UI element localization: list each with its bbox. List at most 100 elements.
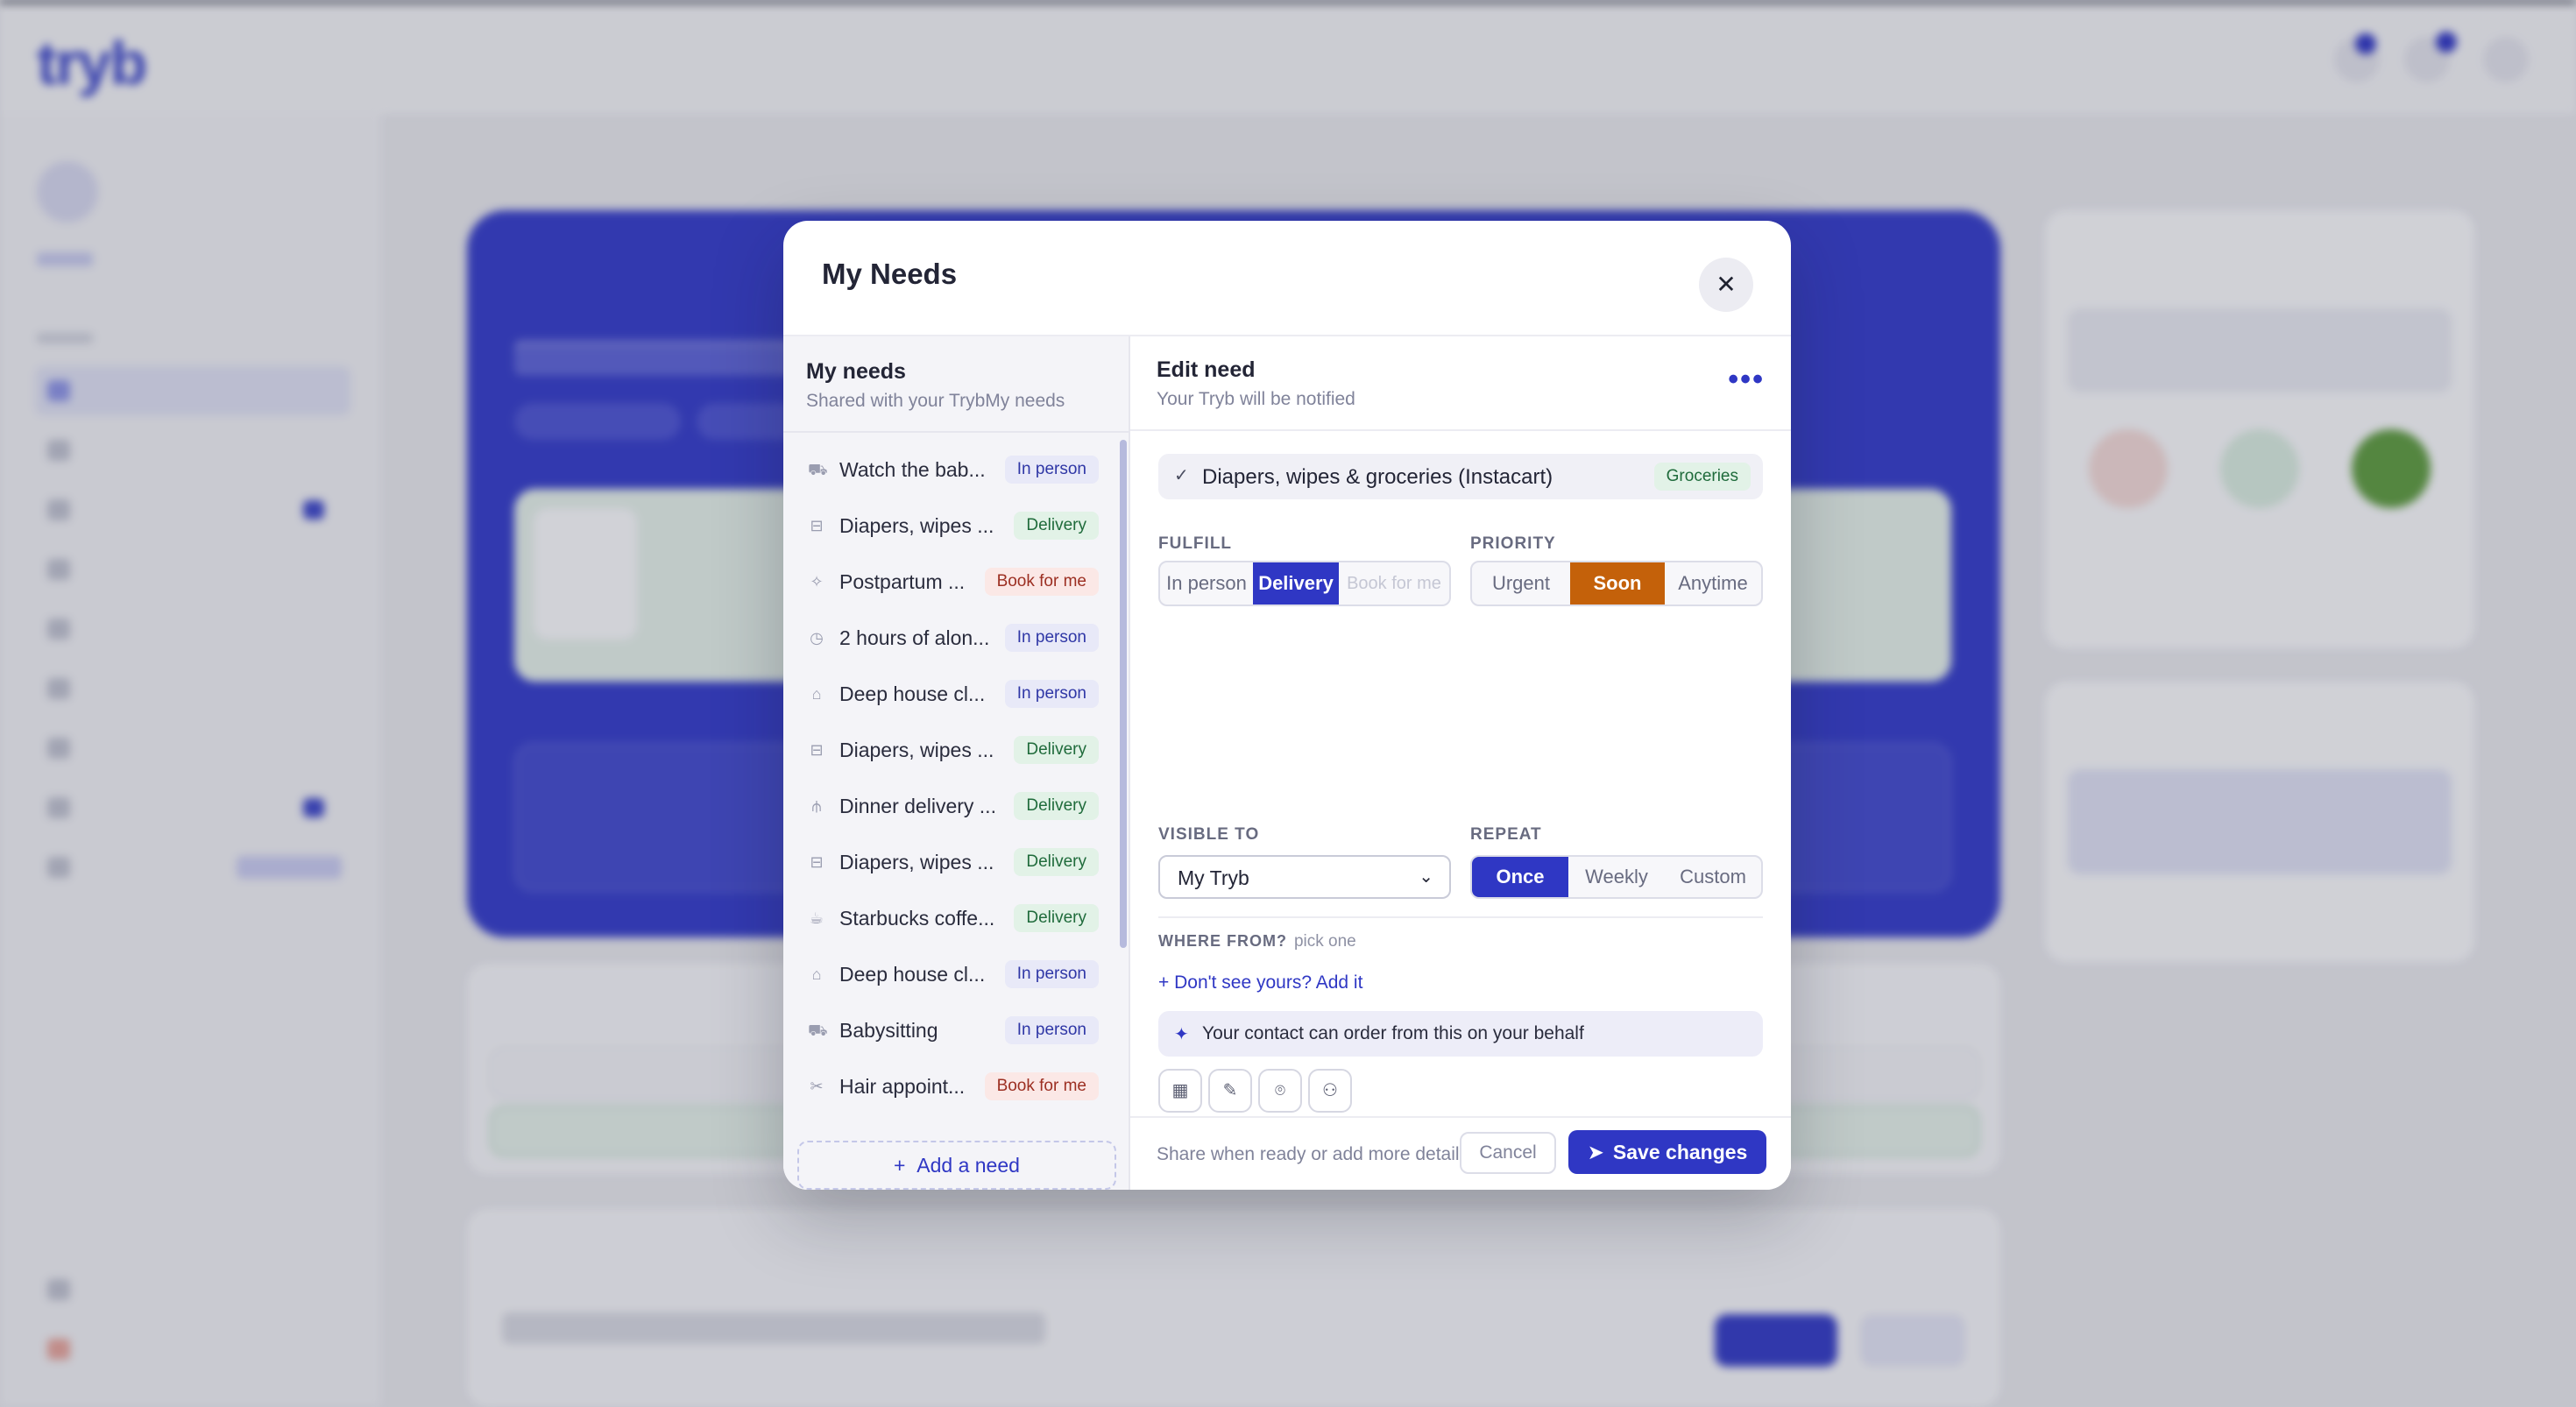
visible-to-label: VISIBLE TO [1158, 825, 1260, 844]
need-type-badge: Book for me [984, 568, 1099, 596]
save-changes-label: Save changes [1612, 1141, 1748, 1163]
need-type-badge: In person [1004, 624, 1099, 652]
fulfill-segmented-control: In person Delivery Book for me [1158, 561, 1451, 606]
more-options-icon[interactable]: ••• [1728, 364, 1765, 394]
close-icon[interactable]: ✕ [1699, 258, 1753, 312]
people-icon[interactable]: ⚇ [1308, 1069, 1352, 1113]
calendar-icon[interactable]: ▦ [1158, 1069, 1202, 1113]
divider [1158, 916, 1763, 918]
check-icon: ✓ [1174, 466, 1189, 485]
needs-list[interactable]: ⛟ Watch the bab... In person ⊟ Diapers, … [783, 431, 1130, 1114]
cancel-button[interactable]: Cancel [1460, 1132, 1556, 1174]
add-need-button[interactable]: + Add a need [797, 1141, 1116, 1190]
add-need-label: Add a need [916, 1154, 1020, 1177]
info-banner: ✦ Your contact can order from this on yo… [1158, 1011, 1763, 1057]
need-type-badge: Delivery [1014, 736, 1099, 764]
need-name: Diapers, wipes ... [839, 739, 994, 761]
selected-need-name: Diapers, wipes & groceries (Instacart) [1202, 465, 1553, 489]
need-name: Deep house cl... [839, 963, 986, 986]
need-name: Hair appoint... [839, 1075, 966, 1098]
need-name: Starbucks coffe... [839, 907, 995, 930]
fulfill-option-book-for-me[interactable]: Book for me [1339, 562, 1449, 605]
chevron-down-icon: ⌄ [1419, 867, 1433, 887]
save-changes-button[interactable]: ➤ Save changes [1568, 1130, 1766, 1174]
priority-option-soon[interactable]: Soon [1570, 562, 1665, 605]
need-name: Watch the bab... [839, 458, 986, 481]
repeat-label: REPEAT [1470, 825, 1542, 844]
home-icon: ⌂ [811, 965, 822, 983]
info-text: Your contact can order from this on your… [1202, 1023, 1584, 1043]
list-item[interactable]: ⊟ Diapers, wipes ... Delivery [783, 834, 1122, 890]
stroller-icon: ⛟ [808, 1022, 828, 1039]
cart-icon: ⊟ [810, 741, 824, 759]
where-from-label: WHERE FROM? pick one [1158, 932, 1356, 951]
list-item[interactable]: ⛟ Watch the bab... In person [783, 442, 1122, 498]
modal-title: My Needs [822, 258, 958, 290]
priority-label: PRIORITY [1470, 534, 1556, 553]
need-name: 2 hours of alon... [839, 626, 990, 649]
list-item[interactable]: ✂ Hair appoint... Book for me [783, 1058, 1122, 1114]
need-name: Babysitting [839, 1019, 938, 1042]
scissors-icon: ✂ [810, 1078, 824, 1095]
need-name: Diapers, wipes ... [839, 851, 994, 873]
need-type-badge: Delivery [1014, 904, 1099, 932]
clock-icon: ◷ [810, 629, 824, 647]
need-name: Postpartum ... [839, 570, 966, 593]
list-item[interactable]: ⊟ Diapers, wipes ... Delivery [783, 722, 1122, 778]
plus-icon: + [1158, 972, 1175, 993]
priority-option-anytime[interactable]: Anytime [1665, 562, 1761, 605]
need-type-badge: Delivery [1014, 792, 1099, 820]
edit-need-title: Edit need [1157, 357, 1256, 382]
selected-need[interactable]: ✓ Diapers, wipes & groceries (Instacart)… [1158, 454, 1763, 499]
add-store-link[interactable]: + Don't see yours? Add it [1158, 972, 1362, 993]
fulfill-option-in-person[interactable]: In person [1160, 562, 1253, 605]
repeat-option-weekly[interactable]: Weekly [1568, 857, 1665, 897]
sparkle-icon: ✦ [1174, 1025, 1189, 1044]
need-type-badge: Delivery [1014, 848, 1099, 876]
location-pin-icon[interactable]: ⌾ [1258, 1069, 1302, 1113]
repeat-option-once[interactable]: Once [1472, 857, 1568, 897]
stroller-icon: ⛟ [808, 461, 828, 478]
fulfill-option-delivery[interactable]: Delivery [1253, 562, 1339, 605]
repeat-segmented-control: Once Weekly Custom [1470, 855, 1763, 899]
need-type-badge: In person [1004, 456, 1099, 484]
edit-need-subtitle: Your Tryb will be notified [1157, 389, 1355, 409]
modal-header: My Needs ✕ [783, 221, 1791, 336]
need-type-badge: In person [1004, 680, 1099, 708]
repeat-option-custom[interactable]: Custom [1665, 857, 1761, 897]
needs-list-subtitle: Shared with your TrybMy needs [806, 391, 1065, 411]
need-type-badge: In person [1004, 960, 1099, 988]
need-type-badge: Book for me [984, 1072, 1099, 1100]
fulfill-label: FULFILL [1158, 534, 1233, 553]
my-needs-modal: My Needs ✕ My needs Shared with your Try… [783, 221, 1791, 1190]
priority-segmented-control: Urgent Soon Anytime [1470, 561, 1763, 606]
list-item[interactable]: ⛟ Babysitting In person [783, 1002, 1122, 1058]
sparkle-icon: ✧ [810, 573, 824, 590]
list-item[interactable]: ✧ Postpartum ... Book for me [783, 554, 1122, 610]
need-name: Diapers, wipes ... [839, 514, 994, 537]
need-name: Deep house cl... [839, 682, 986, 705]
home-icon: ⌂ [811, 685, 822, 703]
footer-hint: Share when ready or add more detail [1157, 1144, 1460, 1164]
where-from-title: WHERE FROM? [1158, 932, 1287, 950]
cart-icon: ⊟ [810, 853, 824, 871]
list-item[interactable]: ⌂ Deep house cl... In person [783, 946, 1122, 1002]
need-name: Dinner delivery ... [839, 795, 996, 817]
visible-to-select[interactable]: My Tryb ⌄ [1158, 855, 1451, 899]
utensils-icon: ⫛ [811, 797, 822, 815]
list-item[interactable]: ☕ Starbucks coffe... Delivery [783, 890, 1122, 946]
where-from-hint: pick one [1293, 932, 1356, 951]
cart-icon: ⊟ [810, 517, 824, 534]
list-item[interactable]: ◷ 2 hours of alon... In person [783, 610, 1122, 666]
category-badge: Groceries [1653, 463, 1751, 491]
need-type-badge: Delivery [1014, 512, 1099, 540]
plus-icon: + [894, 1154, 917, 1177]
priority-option-urgent[interactable]: Urgent [1472, 562, 1570, 605]
needs-list-panel: My needs Shared with your TrybMy needs ⛟… [783, 336, 1130, 1190]
pencil-icon[interactable]: ✎ [1208, 1069, 1252, 1113]
list-item[interactable]: ⌂ Deep house cl... In person [783, 666, 1122, 722]
list-item[interactable]: ⫛ Dinner delivery ... Delivery [783, 778, 1122, 834]
add-store-label: Don't see yours? Add it [1174, 972, 1363, 993]
list-item[interactable]: ⊟ Diapers, wipes ... Delivery [783, 498, 1122, 554]
divider [1130, 429, 1791, 431]
